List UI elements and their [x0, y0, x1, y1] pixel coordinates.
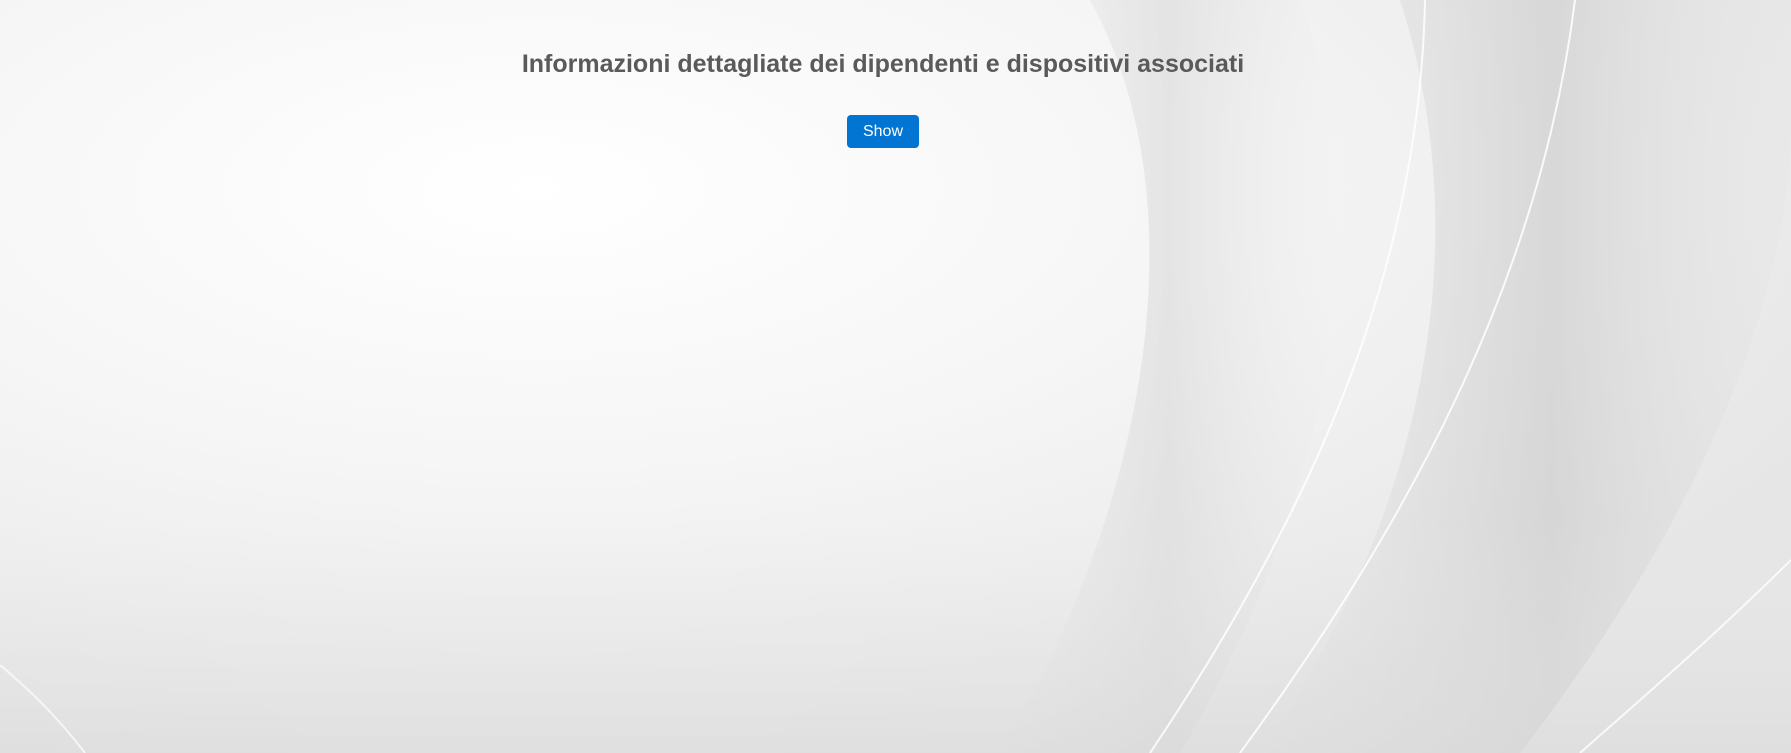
page-content: Informazioni dettagliate dei dipendenti … — [0, 0, 1791, 753]
page-title: Informazioni dettagliate dei dipendenti … — [521, 50, 1245, 78]
show-button[interactable]: Show — [847, 115, 919, 148]
